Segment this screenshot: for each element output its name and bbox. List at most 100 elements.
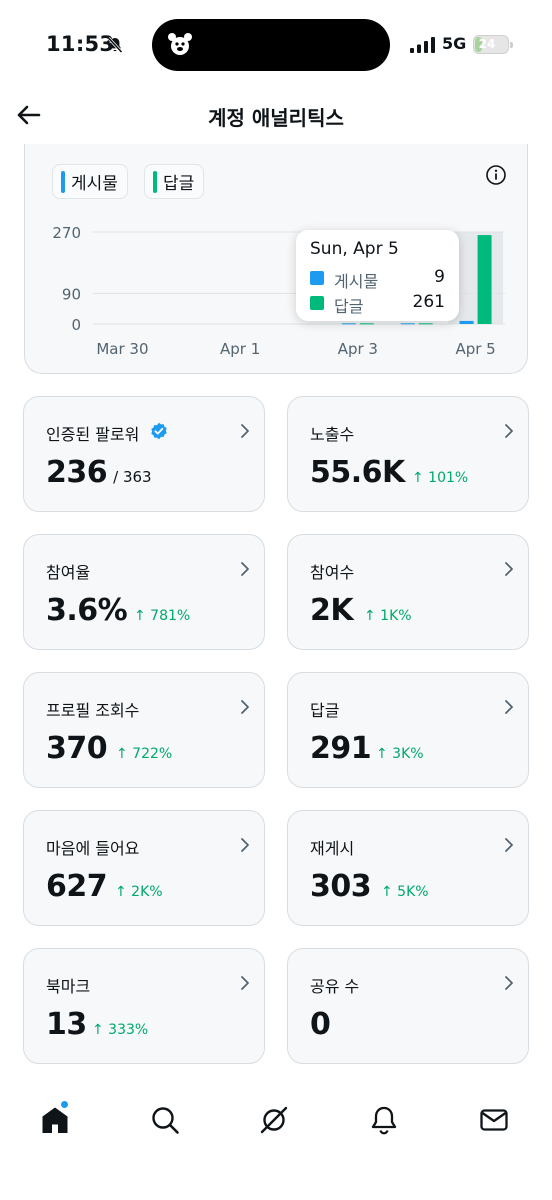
metric-label: 프로필 조회수	[46, 701, 140, 720]
metric-label: 참여율	[46, 563, 91, 582]
x-tick-label: Apr 5	[455, 340, 495, 358]
chevron-right-icon	[505, 562, 513, 576]
chevron-right-icon	[241, 424, 249, 438]
bar-posts	[459, 320, 474, 324]
metric-card-engagement-rate[interactable]: 참여율 3.6% ↑ 781%	[23, 534, 265, 650]
bar-replies	[359, 323, 374, 325]
signal-icon	[410, 37, 435, 53]
legend-posts-swatch	[61, 170, 65, 193]
status-bar: 11:53 5G 24	[0, 0, 552, 92]
legend-posts-label: 게시물	[71, 174, 118, 194]
metric-card-likes[interactable]: 마음에 들어요 627 ↑ 2K%	[23, 810, 265, 926]
notification-dot	[60, 1100, 69, 1109]
metric-value: 291	[310, 731, 372, 766]
chevron-right-icon	[505, 838, 513, 852]
metric-label: 공유 수	[310, 977, 360, 996]
metric-change: ↑ 3K%	[376, 746, 424, 762]
chevron-right-icon	[505, 700, 513, 714]
metric-card-verified-followers[interactable]: 인증된 팔로워 236 / 363	[23, 396, 265, 512]
metric-change: ↑ 722%	[116, 746, 173, 762]
metric-label: 답글	[310, 701, 340, 720]
x-tick-label: Apr 3	[338, 340, 378, 358]
y-tick-label: 270	[52, 224, 81, 242]
metric-total: / 363	[113, 468, 152, 486]
chevron-right-icon	[505, 976, 513, 990]
tooltip-posts-label: 게시물	[334, 272, 379, 291]
metric-value: 370	[46, 731, 108, 766]
metric-card-bookmarks[interactable]: 북마크 13 ↑ 333%	[23, 948, 265, 1064]
bar-replies	[418, 323, 433, 325]
metric-value: 0	[310, 1007, 331, 1042]
dynamic-island	[152, 19, 390, 71]
battery-percent: 24	[478, 37, 496, 51]
legend-replies-label: 답글	[163, 174, 195, 194]
metric-label: 노출수	[310, 425, 355, 444]
tooltip-posts-swatch	[310, 271, 324, 285]
metric-label: 참여수	[310, 563, 355, 582]
app-activity-icon	[168, 33, 192, 55]
metric-change: ↑ 2K%	[115, 884, 163, 900]
metric-value: 627	[46, 869, 108, 904]
metric-change: ↑ 101%	[412, 470, 469, 486]
metric-change: ↑ 781%	[134, 608, 191, 624]
search-icon[interactable]	[149, 1104, 181, 1136]
bell-icon[interactable]	[368, 1104, 400, 1136]
bell-slash-icon	[107, 36, 123, 54]
metric-change: ↑ 5K%	[381, 884, 429, 900]
chevron-right-icon	[241, 562, 249, 576]
network-type: 5G	[442, 34, 467, 53]
page-title: 계정 애널리틱스	[208, 106, 344, 130]
metric-label: 북마크	[46, 977, 91, 996]
tooltip-replies-label: 답글	[334, 297, 364, 316]
bottom-nav	[0, 1080, 552, 1200]
bar-replies	[477, 235, 492, 324]
chevron-right-icon	[241, 976, 249, 990]
metric-label: 인증된 팔로워	[46, 425, 140, 444]
tooltip-row-replies: 답글 261	[310, 292, 445, 316]
metric-change: ↑ 1K%	[364, 608, 412, 624]
chevron-right-icon	[505, 424, 513, 438]
metric-label: 마음에 들어요	[46, 839, 140, 858]
metric-value: 55.6K	[310, 455, 405, 490]
metric-value: 303	[310, 869, 372, 904]
legend-replies-swatch	[153, 170, 157, 193]
metric-card-impressions[interactable]: 노출수 55.6K ↑ 101%	[287, 396, 529, 512]
metric-card-reposts[interactable]: 재게시 303 ↑ 5K%	[287, 810, 529, 926]
legend-posts-chip[interactable]: 게시물	[52, 164, 128, 199]
info-icon[interactable]	[485, 164, 507, 186]
verified-badge-icon	[151, 422, 167, 440]
tooltip-replies-swatch	[310, 296, 324, 310]
y-tick-label: 90	[62, 285, 81, 303]
grok-icon[interactable]	[258, 1104, 290, 1136]
mail-icon[interactable]	[478, 1104, 510, 1136]
legend-replies-chip[interactable]: 답글	[144, 164, 205, 199]
metric-card-replies[interactable]: 답글 291 ↑ 3K%	[287, 672, 529, 788]
metric-card-shares[interactable]: 공유 수 0	[287, 948, 529, 1064]
chevron-right-icon	[241, 838, 249, 852]
x-tick-label: Apr 1	[220, 340, 260, 358]
header: 계정 애널리틱스	[0, 92, 552, 142]
chart-tooltip: Sun, Apr 5 게시물 9 답글 261	[296, 230, 459, 321]
metric-value: 13	[46, 1007, 87, 1042]
metric-change: ↑ 333%	[92, 1022, 149, 1038]
y-tick-label: 0	[71, 316, 81, 334]
battery-cap	[510, 42, 513, 48]
metric-value-number: 236	[46, 455, 108, 490]
metric-value: 3.6%	[46, 593, 128, 628]
battery-icon: 24	[473, 35, 509, 54]
bar-posts	[341, 323, 356, 325]
bar-posts	[400, 323, 415, 325]
home-icon[interactable]	[39, 1104, 71, 1136]
metric-card-engagements[interactable]: 참여수 2K ↑ 1K%	[287, 534, 529, 650]
tooltip-replies-value: 261	[412, 292, 445, 312]
x-tick-label: Mar 30	[96, 340, 148, 358]
tooltip-date: Sun, Apr 5	[310, 239, 399, 259]
chevron-right-icon	[241, 700, 249, 714]
metric-label: 재게시	[310, 839, 355, 858]
metric-value: 236 / 363	[46, 455, 152, 490]
metric-value: 2K	[310, 593, 354, 628]
tooltip-row-posts: 게시물 9	[310, 267, 445, 291]
tooltip-posts-value: 9	[434, 267, 445, 287]
metric-card-profile-views[interactable]: 프로필 조회수 370 ↑ 722%	[23, 672, 265, 788]
status-time: 11:53	[46, 32, 115, 56]
